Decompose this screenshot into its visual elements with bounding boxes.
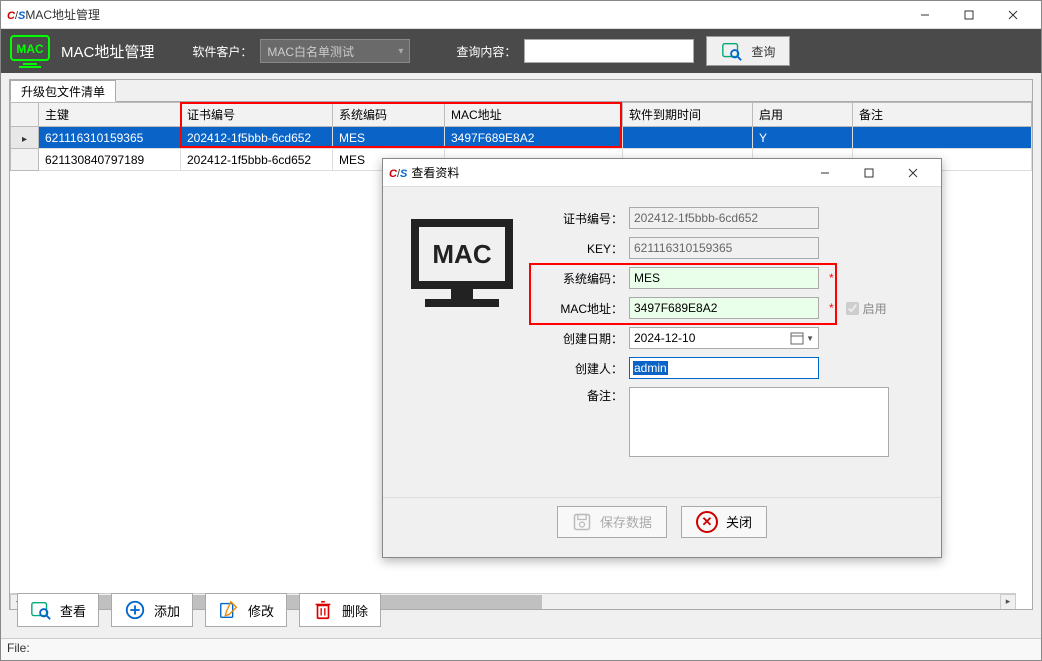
edit-button[interactable]: 修改: [205, 593, 287, 627]
toolbar: MAC MAC地址管理 软件客户： MAC白名单测试 ▾ 查询内容： 查询: [1, 29, 1041, 73]
create-date-label: 创建日期：: [537, 330, 623, 347]
dialog-form: 证书编号： KEY： 系统编码： * MAC地址： * 启用 创建日期：: [537, 207, 927, 487]
add-button[interactable]: 添加: [111, 593, 193, 627]
create-date-field[interactable]: 2024-12-10 ▼: [629, 327, 819, 349]
row-indicator: [11, 127, 39, 149]
mac-field[interactable]: [629, 297, 819, 319]
tab-upgrade-list[interactable]: 升级包文件清单: [10, 80, 116, 102]
bottom-toolbar: 查看 添加 修改 删除: [17, 588, 1025, 632]
query-button[interactable]: 查询: [706, 36, 790, 66]
cell-mac-addr[interactable]: 3497F689E8A2: [445, 127, 623, 149]
key-field[interactable]: [629, 237, 819, 259]
col-sys-code[interactable]: 系统编码: [333, 103, 445, 127]
dialog-close-button[interactable]: [891, 160, 935, 186]
search-icon: [721, 40, 743, 62]
maximize-button[interactable]: [947, 2, 991, 28]
col-mac-addr[interactable]: MAC地址: [445, 103, 623, 127]
dialog-footer: 保存数据 ✕ 关闭: [383, 497, 941, 545]
search-label: 查询内容：: [456, 43, 516, 60]
col-remark[interactable]: 备注: [853, 103, 1032, 127]
view-button[interactable]: 查看: [17, 593, 99, 627]
required-star: *: [829, 271, 834, 285]
sys-code-field[interactable]: [629, 267, 819, 289]
cell-remark[interactable]: [853, 127, 1032, 149]
cell-cert-no[interactable]: 202412-1f5bbb-6cd652: [181, 149, 333, 171]
cell-key[interactable]: 621116310159365: [39, 127, 181, 149]
dialog-body: MAC 证书编号： KEY： 系统编码： * MAC地址： *: [383, 187, 941, 497]
col-cert-no[interactable]: 证书编号: [181, 103, 333, 127]
titlebar: C/S MAC地址管理: [1, 1, 1041, 29]
cell-cert-no[interactable]: 202412-1f5bbb-6cd652: [181, 127, 333, 149]
edit-icon: [218, 599, 240, 621]
search-input[interactable]: [524, 39, 694, 63]
tab-strip: 升级包文件清单: [10, 80, 1032, 102]
save-button[interactable]: 保存数据: [557, 506, 667, 538]
calendar-icon: ▼: [790, 331, 814, 345]
cell-sys-code[interactable]: MES: [333, 127, 445, 149]
mac-logo-icon: MAC: [9, 34, 51, 68]
chevron-down-icon: ▾: [398, 46, 403, 57]
remark-field[interactable]: [629, 387, 889, 457]
required-star: *: [829, 301, 834, 315]
enabled-checkbox[interactable]: 启用: [846, 300, 887, 317]
save-icon: [572, 512, 592, 532]
cell-expire[interactable]: [623, 127, 753, 149]
close-circle-icon: ✕: [696, 511, 718, 533]
key-label: KEY：: [537, 240, 623, 257]
dialog-minimize-button[interactable]: [803, 160, 847, 186]
dialog-titlebar: C/S 查看资料: [383, 159, 941, 187]
col-key[interactable]: 主键: [39, 103, 181, 127]
trash-icon: [312, 599, 334, 621]
remark-label: 备注：: [537, 387, 623, 404]
col-rowhead: [11, 103, 39, 127]
table-row[interactable]: 621116310159365 202412-1f5bbb-6cd652 MES…: [11, 127, 1032, 149]
page-title: MAC地址管理: [61, 41, 154, 62]
client-value: MAC白名单测试: [267, 43, 354, 60]
window-title: MAC地址管理: [25, 6, 903, 23]
view-dialog: C/S 查看资料 MAC 证书编号： KEY：: [382, 158, 942, 558]
cert-no-label: 证书编号：: [537, 210, 623, 227]
creator-label: 创建人：: [537, 360, 623, 377]
col-enabled[interactable]: 启用: [753, 103, 853, 127]
creator-field[interactable]: admin: [629, 357, 819, 379]
plus-circle-icon: [124, 599, 146, 621]
statusbar: File:: [1, 638, 1041, 660]
dialog-maximize-button[interactable]: [847, 160, 891, 186]
delete-button[interactable]: 删除: [299, 593, 381, 627]
view-icon: [30, 599, 52, 621]
mac-label: MAC地址：: [537, 300, 623, 317]
mac-monitor-icon: MAC: [397, 207, 527, 487]
client-label: 软件客户：: [192, 43, 252, 60]
sys-code-label: 系统编码：: [537, 270, 623, 287]
cell-key[interactable]: 621130840797189: [39, 149, 181, 171]
cert-no-field[interactable]: [629, 207, 819, 229]
window-controls: [903, 2, 1035, 28]
minimize-button[interactable]: [903, 2, 947, 28]
col-expire[interactable]: 软件到期时间: [623, 103, 753, 127]
row-indicator: [11, 149, 39, 171]
app-icon: C/S: [389, 166, 407, 180]
dialog-controls: [803, 160, 935, 186]
svg-text:MAC: MAC: [432, 239, 491, 269]
app-icon: C/S: [7, 8, 25, 22]
svg-text:MAC: MAC: [16, 42, 44, 56]
dialog-title: 查看资料: [411, 164, 803, 181]
close-dialog-button[interactable]: ✕ 关闭: [681, 506, 767, 538]
cell-enabled[interactable]: Y: [753, 127, 853, 149]
client-dropdown[interactable]: MAC白名单测试 ▾: [260, 39, 410, 63]
status-file-label: File:: [7, 641, 30, 655]
close-button[interactable]: [991, 2, 1035, 28]
